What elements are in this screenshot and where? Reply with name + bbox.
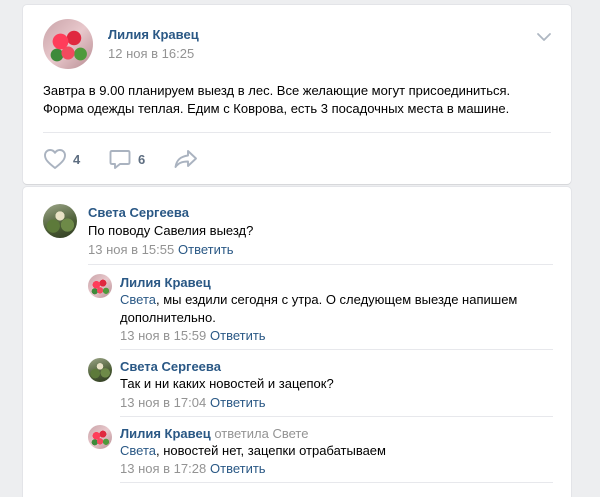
share-icon <box>174 150 197 168</box>
post-author-avatar[interactable] <box>43 19 93 69</box>
comment-divider <box>120 416 553 417</box>
comment-author-name[interactable]: Света Сергеева <box>88 205 189 220</box>
post-text: Завтра в 9.00 планируем выезд в лес. Все… <box>43 82 553 118</box>
post-text-line: Форма одежды теплая. Едим с Коврова, ест… <box>43 101 510 116</box>
post-divider <box>43 132 551 133</box>
reply-text-line2: дополнительно. <box>120 310 216 325</box>
comment-text: По поводу Савелия выезд? <box>88 223 254 238</box>
reply-date[interactable]: 13 ноя в 17:04 <box>120 395 206 410</box>
share-button[interactable] <box>173 148 199 170</box>
post-author-name[interactable]: Лилия Кравец <box>108 27 199 42</box>
reply-date[interactable]: 13 ноя в 17:28 <box>120 461 206 476</box>
mention-link[interactable]: Света <box>120 292 156 307</box>
reply-author-name[interactable]: Света Сергеева <box>120 359 221 374</box>
reply-text: Так и ни каких новостей и зацепок? <box>120 376 334 391</box>
reply-author-name[interactable]: Лилия Кравец <box>120 426 211 441</box>
reply-date[interactable]: 13 ноя в 15:59 <box>120 328 206 343</box>
post-text-line: Завтра в 9.00 планируем выезд в лес. Все… <box>43 83 511 98</box>
reply-link[interactable]: Ответить <box>210 328 266 343</box>
comment-author-avatar[interactable] <box>43 204 77 238</box>
reply-author-avatar[interactable] <box>88 274 112 298</box>
reply-link[interactable]: Ответить <box>178 242 234 257</box>
mention-link[interactable]: Света <box>120 443 156 458</box>
post-card: Лилия Кравец 12 ноя в 16:25 Завтра в 9.0… <box>23 5 571 184</box>
reply-author-avatar[interactable] <box>88 358 112 382</box>
comment-divider <box>120 482 553 483</box>
reply-header: Лилия Кравец ответила Свете <box>120 426 308 441</box>
post-date[interactable]: 12 ноя в 16:25 <box>108 46 194 61</box>
comment-count: 6 <box>138 151 146 167</box>
comment-divider <box>88 264 553 265</box>
like-button[interactable]: 4 <box>43 148 80 170</box>
comment-date[interactable]: 13 ноя в 15:55 <box>88 242 174 257</box>
heart-icon <box>44 149 66 169</box>
reply-text-rest: , новостей нет, зацепки отрабатываем <box>156 443 386 458</box>
comment-divider <box>120 349 553 350</box>
reply-link[interactable]: Ответить <box>210 395 266 410</box>
comments-section: Света Сергеева По поводу Савелия выезд? … <box>23 187 571 497</box>
reply-link[interactable]: Ответить <box>210 461 266 476</box>
reply-text: Света, мы ездили сегодня с утра. О следу… <box>120 291 560 327</box>
reply-author-avatar[interactable] <box>88 425 112 449</box>
reply-author-name[interactable]: Лилия Кравец <box>120 275 211 290</box>
like-count: 4 <box>73 151 81 167</box>
reply-text-rest: , мы ездили сегодня с утра. О следующем … <box>156 292 518 307</box>
post-menu-chevron-icon[interactable] <box>536 31 552 43</box>
reply-text: Света, новостей нет, зацепки отрабатывае… <box>120 442 386 460</box>
comment-icon <box>109 150 131 169</box>
comment-button[interactable]: 6 <box>108 148 145 170</box>
reply-to-label[interactable]: ответила Свете <box>214 426 308 441</box>
